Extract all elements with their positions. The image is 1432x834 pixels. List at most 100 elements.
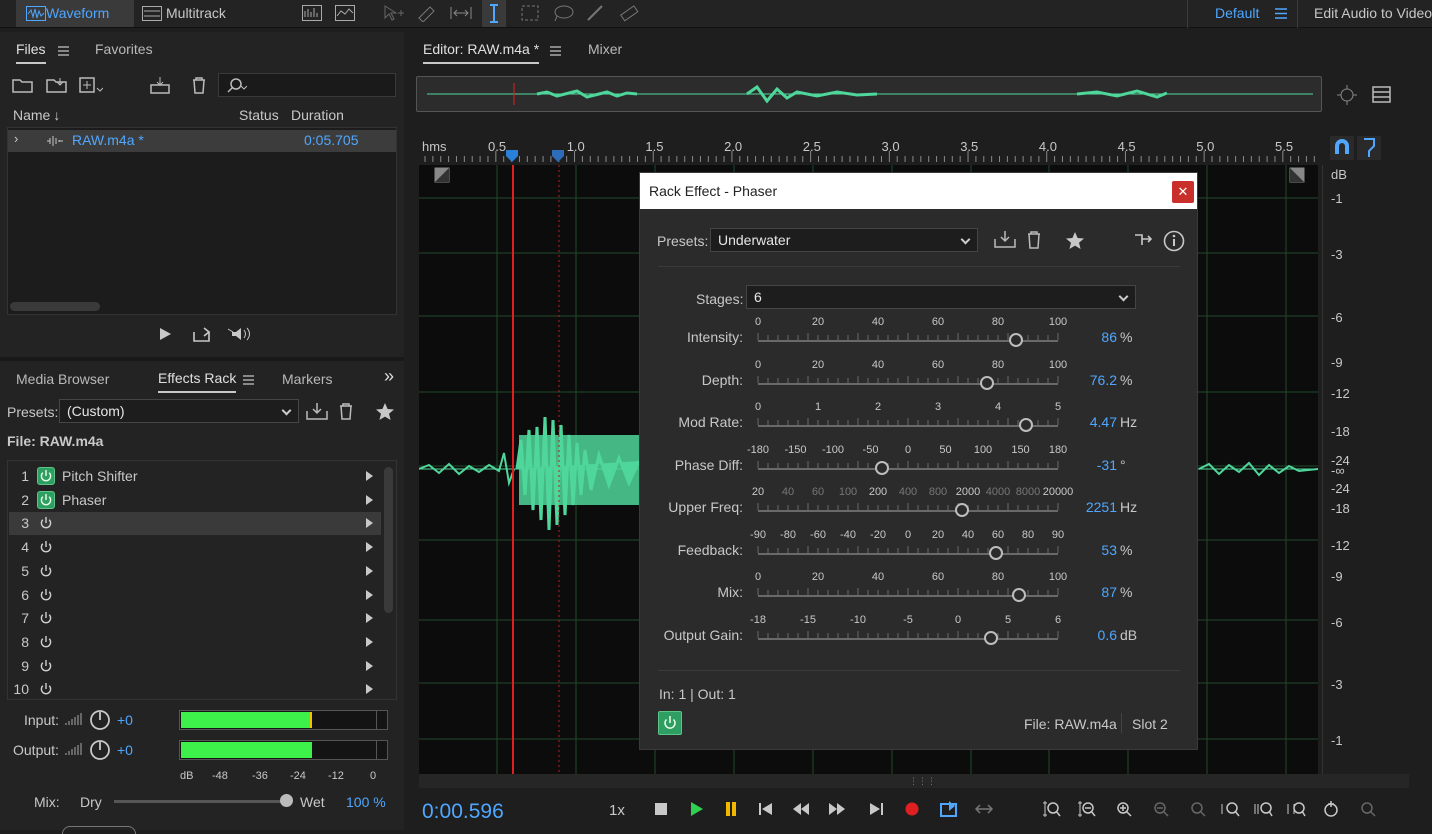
param-slider-handle[interactable] xyxy=(1009,333,1023,347)
param-slider-handle[interactable] xyxy=(979,376,994,390)
overview-navigator[interactable] xyxy=(416,76,1322,112)
param-slider-handle[interactable] xyxy=(989,546,1004,560)
panel-divider[interactable] xyxy=(0,357,404,361)
zoom-out-point-icon[interactable] xyxy=(1254,800,1274,820)
files-panel-menu-icon[interactable] xyxy=(58,46,69,56)
slot-menu-arrow-icon[interactable] xyxy=(366,684,373,695)
marquee-tool-icon[interactable] xyxy=(520,4,540,22)
slot-menu-arrow-icon[interactable] xyxy=(366,636,373,647)
play-preview-icon[interactable] xyxy=(158,327,172,341)
param-value[interactable]: 87 xyxy=(1057,584,1117,600)
param-slider-handle[interactable] xyxy=(1019,418,1034,432)
loop-preview-icon[interactable] xyxy=(192,326,212,342)
auto-play-volume-icon[interactable] xyxy=(226,325,254,343)
tab-files[interactable]: Files xyxy=(16,36,46,64)
zoom-out-amplitude-icon[interactable] xyxy=(1077,800,1097,820)
slot-menu-arrow-icon[interactable] xyxy=(366,565,373,576)
workspace-default-label[interactable]: Default xyxy=(1215,5,1259,21)
rack-slot[interactable]: 10 xyxy=(9,678,381,701)
rack-slot[interactable]: 4 xyxy=(9,536,381,559)
param-value[interactable]: 0.6 xyxy=(1057,627,1117,643)
stop-icon[interactable] xyxy=(652,800,672,820)
healing-tool-icon[interactable] xyxy=(618,4,640,22)
info-icon[interactable] xyxy=(1163,230,1185,252)
selection-marker-icon[interactable] xyxy=(551,149,565,162)
record-icon[interactable] xyxy=(903,800,923,820)
zoom-navigator-icon[interactable] xyxy=(1336,84,1358,106)
apply-button-partial[interactable] xyxy=(62,826,136,834)
overview-toggle-icon[interactable] xyxy=(1372,86,1392,104)
column-status-header[interactable]: Status xyxy=(239,107,279,123)
favorite-star-icon[interactable] xyxy=(375,402,395,421)
save-preset-icon[interactable] xyxy=(306,402,328,420)
db-scale[interactable]: dB -1 -3 -6 -9 -12 -18 -24 -∞ -24 -18 -12 -9 -6 -3 -1 xyxy=(1322,165,1412,774)
input-level-knob[interactable] xyxy=(89,709,111,731)
effect-power-button[interactable] xyxy=(658,711,682,735)
param-slider-handle[interactable] xyxy=(1012,588,1026,602)
brush-tool-icon[interactable] xyxy=(585,4,605,22)
delete-preset-icon[interactable] xyxy=(337,402,355,420)
slot-power-toggle[interactable] xyxy=(37,514,55,532)
insert-into-multitrack-icon[interactable] xyxy=(150,76,174,94)
playhead-marker-icon[interactable] xyxy=(505,149,519,162)
slip-tool-icon[interactable] xyxy=(449,4,473,22)
new-file-icon[interactable] xyxy=(79,76,103,94)
multitrack-mode-button[interactable]: Multitrack xyxy=(136,0,256,27)
rack-slot[interactable]: 1 Pitch Shifter xyxy=(9,465,381,488)
stages-select[interactable]: 6 xyxy=(746,285,1136,309)
save-preset-icon[interactable] xyxy=(994,230,1016,248)
slot-power-toggle[interactable] xyxy=(37,633,55,651)
fast-forward-icon[interactable] xyxy=(828,800,848,820)
favorite-star-icon[interactable] xyxy=(1065,231,1085,250)
zoom-selection-icon[interactable] xyxy=(1287,800,1307,820)
column-name-header[interactable]: Name ↓ xyxy=(13,107,60,123)
tab-markers[interactable]: Markers xyxy=(282,364,333,394)
tab-editor[interactable]: Editor: RAW.m4a * xyxy=(423,35,540,64)
playback-speed[interactable]: 1x xyxy=(609,802,625,819)
dialog-presets-select[interactable]: Underwater xyxy=(710,228,978,252)
param-value[interactable]: 86 xyxy=(1057,329,1117,345)
file-row[interactable]: › RAW.m4a * 0:05.705 xyxy=(8,130,396,152)
slot-power-toggle[interactable] xyxy=(37,490,55,509)
zoom-to-fit-icon[interactable] xyxy=(1358,800,1378,820)
param-value[interactable]: 2251 xyxy=(1057,499,1117,515)
edit-audio-to-video-label[interactable]: Edit Audio to Video xyxy=(1314,5,1432,21)
mix-value[interactable]: 100 % xyxy=(346,794,386,810)
column-duration-header[interactable]: Duration xyxy=(291,107,344,123)
param-value[interactable]: -31 xyxy=(1057,457,1117,473)
slot-menu-arrow-icon[interactable] xyxy=(366,589,373,600)
param-value[interactable]: 4.47 xyxy=(1057,414,1117,430)
rack-presets-select[interactable]: (Custom) xyxy=(59,399,299,423)
delete-preset-icon[interactable] xyxy=(1025,230,1043,249)
rack-slot[interactable]: 8 xyxy=(9,631,381,654)
zoom-out-full-icon[interactable] xyxy=(1188,800,1208,820)
waveform-horizontal-scrollbar[interactable]: ⋮⋮⋮ xyxy=(419,774,1409,788)
spectral-pitch-icon[interactable] xyxy=(335,5,355,21)
play-icon[interactable] xyxy=(687,800,707,820)
expand-chevron-icon[interactable]: › xyxy=(14,131,18,146)
slot-power-toggle[interactable] xyxy=(37,609,55,627)
mix-slider-track[interactable] xyxy=(114,800,286,803)
move-tool-icon[interactable] xyxy=(382,4,404,22)
slot-menu-arrow-icon[interactable] xyxy=(366,660,373,671)
rack-slot[interactable]: 5 xyxy=(9,560,381,583)
zoom-reset-icon[interactable] xyxy=(1322,800,1342,820)
pause-icon[interactable] xyxy=(722,800,742,820)
delete-file-icon[interactable] xyxy=(190,76,208,94)
dialog-title[interactable]: Rack Effect - Phaser xyxy=(640,173,1197,209)
open-file-icon[interactable] xyxy=(12,76,34,94)
slot-power-toggle[interactable] xyxy=(37,680,55,698)
rewind-icon[interactable] xyxy=(792,800,812,820)
files-horizontal-scrollbar[interactable] xyxy=(10,302,100,311)
lasso-tool-icon[interactable] xyxy=(552,4,574,22)
tab-effects-rack[interactable]: Effects Rack xyxy=(158,364,237,393)
more-panels-icon[interactable]: » xyxy=(384,366,394,387)
input-value[interactable]: +0 xyxy=(117,712,133,728)
slot-menu-arrow-icon[interactable] xyxy=(366,542,373,553)
zoom-in-point-icon[interactable] xyxy=(1221,800,1241,820)
slot-menu-arrow-icon[interactable] xyxy=(366,471,373,481)
output-level-knob[interactable] xyxy=(89,739,111,761)
time-selection-tool-icon[interactable] xyxy=(482,0,506,27)
param-slider-handle[interactable] xyxy=(983,631,998,645)
slot-menu-arrow-icon[interactable] xyxy=(366,518,373,529)
